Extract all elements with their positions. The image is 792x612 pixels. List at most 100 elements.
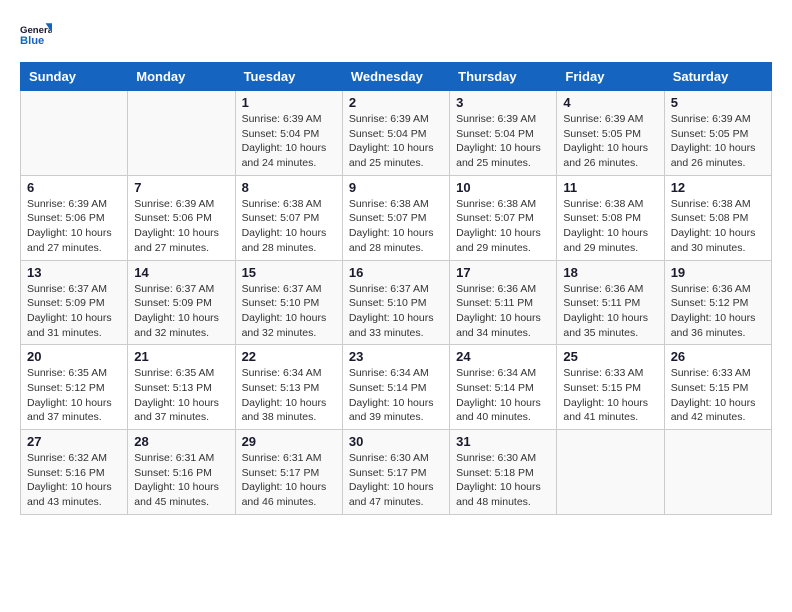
day-number-18: 18 <box>563 265 657 280</box>
day-number-10: 10 <box>456 180 550 195</box>
week-row-4: 20 Sunrise: 6:35 AM Sunset: 5:12 PM Dayli… <box>21 345 772 430</box>
week-row-5: 27 Sunrise: 6:32 AM Sunset: 5:16 PM Dayli… <box>21 430 772 515</box>
weekday-header-monday: Monday <box>128 63 235 91</box>
weekday-header-friday: Friday <box>557 63 664 91</box>
day-info-1: Sunrise: 6:39 AM Sunset: 5:04 PM Dayligh… <box>242 112 336 171</box>
day-cell-8: 8 Sunrise: 6:38 AM Sunset: 5:07 PM Daylig… <box>235 175 342 260</box>
day-info-24: Sunrise: 6:34 AM Sunset: 5:14 PM Dayligh… <box>456 366 550 425</box>
page-header: GeneralBlue <box>20 20 772 52</box>
svg-text:Blue: Blue <box>20 35 44 47</box>
day-info-26: Sunrise: 6:33 AM Sunset: 5:15 PM Dayligh… <box>671 366 765 425</box>
weekday-header-sunday: Sunday <box>21 63 128 91</box>
day-number-5: 5 <box>671 95 765 110</box>
weekday-header-tuesday: Tuesday <box>235 63 342 91</box>
day-number-2: 2 <box>349 95 443 110</box>
day-info-25: Sunrise: 6:33 AM Sunset: 5:15 PM Dayligh… <box>563 366 657 425</box>
empty-cell <box>664 430 771 515</box>
day-cell-27: 27 Sunrise: 6:32 AM Sunset: 5:16 PM Dayli… <box>21 430 128 515</box>
weekday-header-row: SundayMondayTuesdayWednesdayThursdayFrid… <box>21 63 772 91</box>
day-info-14: Sunrise: 6:37 AM Sunset: 5:09 PM Dayligh… <box>134 282 228 341</box>
day-number-14: 14 <box>134 265 228 280</box>
calendar-table: SundayMondayTuesdayWednesdayThursdayFrid… <box>20 62 772 515</box>
day-number-7: 7 <box>134 180 228 195</box>
day-cell-4: 4Sunrise: 6:39 AM Sunset: 5:05 PM Daylig… <box>557 91 664 176</box>
svg-text:General: General <box>20 25 52 36</box>
day-info-11: Sunrise: 6:38 AM Sunset: 5:08 PM Dayligh… <box>563 197 657 256</box>
day-number-8: 8 <box>242 180 336 195</box>
empty-cell <box>128 91 235 176</box>
day-cell-29: 29Sunrise: 6:31 AM Sunset: 5:17 PM Dayli… <box>235 430 342 515</box>
day-info-4: Sunrise: 6:39 AM Sunset: 5:05 PM Dayligh… <box>563 112 657 171</box>
day-info-8: Sunrise: 6:38 AM Sunset: 5:07 PM Dayligh… <box>242 197 336 256</box>
day-cell-31: 31Sunrise: 6:30 AM Sunset: 5:18 PM Dayli… <box>450 430 557 515</box>
day-number-24: 24 <box>456 349 550 364</box>
day-info-13: Sunrise: 6:37 AM Sunset: 5:09 PM Dayligh… <box>27 282 121 341</box>
day-number-29: 29 <box>242 434 336 449</box>
day-cell-11: 11 Sunrise: 6:38 AM Sunset: 5:08 PM Dayli… <box>557 175 664 260</box>
day-number-9: 9 <box>349 180 443 195</box>
day-cell-10: 10 Sunrise: 6:38 AM Sunset: 5:07 PM Dayli… <box>450 175 557 260</box>
day-number-26: 26 <box>671 349 765 364</box>
day-info-22: Sunrise: 6:34 AM Sunset: 5:13 PM Dayligh… <box>242 366 336 425</box>
week-row-1: 1 Sunrise: 6:39 AM Sunset: 5:04 PM Daylig… <box>21 91 772 176</box>
day-number-21: 21 <box>134 349 228 364</box>
day-cell-9: 9 Sunrise: 6:38 AM Sunset: 5:07 PM Daylig… <box>342 175 449 260</box>
day-cell-7: 7 Sunrise: 6:39 AM Sunset: 5:06 PM Daylig… <box>128 175 235 260</box>
day-number-6: 6 <box>27 180 121 195</box>
day-info-6: Sunrise: 6:39 AM Sunset: 5:06 PM Dayligh… <box>27 197 121 256</box>
day-cell-14: 14 Sunrise: 6:37 AM Sunset: 5:09 PM Dayli… <box>128 260 235 345</box>
day-cell-22: 22 Sunrise: 6:34 AM Sunset: 5:13 PM Dayli… <box>235 345 342 430</box>
day-cell-19: 19 Sunrise: 6:36 AM Sunset: 5:12 PM Dayli… <box>664 260 771 345</box>
day-info-15: Sunrise: 6:37 AM Sunset: 5:10 PM Dayligh… <box>242 282 336 341</box>
empty-cell <box>557 430 664 515</box>
day-number-12: 12 <box>671 180 765 195</box>
day-number-13: 13 <box>27 265 121 280</box>
day-number-3: 3 <box>456 95 550 110</box>
day-number-30: 30 <box>349 434 443 449</box>
day-number-1: 1 <box>242 95 336 110</box>
day-number-23: 23 <box>349 349 443 364</box>
day-cell-6: 6 Sunrise: 6:39 AM Sunset: 5:06 PM Daylig… <box>21 175 128 260</box>
logo: GeneralBlue <box>20 20 52 52</box>
day-number-27: 27 <box>27 434 121 449</box>
day-info-20: Sunrise: 6:35 AM Sunset: 5:12 PM Dayligh… <box>27 366 121 425</box>
day-cell-16: 16 Sunrise: 6:37 AM Sunset: 5:10 PM Dayli… <box>342 260 449 345</box>
day-number-16: 16 <box>349 265 443 280</box>
logo-icon: GeneralBlue <box>20 20 52 52</box>
day-cell-15: 15 Sunrise: 6:37 AM Sunset: 5:10 PM Dayli… <box>235 260 342 345</box>
day-cell-17: 17 Sunrise: 6:36 AM Sunset: 5:11 PM Dayli… <box>450 260 557 345</box>
day-number-20: 20 <box>27 349 121 364</box>
day-cell-1: 1 Sunrise: 6:39 AM Sunset: 5:04 PM Daylig… <box>235 91 342 176</box>
day-info-2: Sunrise: 6:39 AM Sunset: 5:04 PM Dayligh… <box>349 112 443 171</box>
day-info-9: Sunrise: 6:38 AM Sunset: 5:07 PM Dayligh… <box>349 197 443 256</box>
day-number-11: 11 <box>563 180 657 195</box>
weekday-header-wednesday: Wednesday <box>342 63 449 91</box>
day-info-12: Sunrise: 6:38 AM Sunset: 5:08 PM Dayligh… <box>671 197 765 256</box>
day-number-15: 15 <box>242 265 336 280</box>
day-cell-2: 2 Sunrise: 6:39 AM Sunset: 5:04 PM Daylig… <box>342 91 449 176</box>
day-info-17: Sunrise: 6:36 AM Sunset: 5:11 PM Dayligh… <box>456 282 550 341</box>
day-number-17: 17 <box>456 265 550 280</box>
day-info-28: Sunrise: 6:31 AM Sunset: 5:16 PM Dayligh… <box>134 451 228 510</box>
day-cell-12: 12 Sunrise: 6:38 AM Sunset: 5:08 PM Dayli… <box>664 175 771 260</box>
weekday-header-thursday: Thursday <box>450 63 557 91</box>
day-cell-25: 25 Sunrise: 6:33 AM Sunset: 5:15 PM Dayli… <box>557 345 664 430</box>
day-cell-28: 28 Sunrise: 6:31 AM Sunset: 5:16 PM Dayli… <box>128 430 235 515</box>
day-info-27: Sunrise: 6:32 AM Sunset: 5:16 PM Dayligh… <box>27 451 121 510</box>
day-number-28: 28 <box>134 434 228 449</box>
day-info-16: Sunrise: 6:37 AM Sunset: 5:10 PM Dayligh… <box>349 282 443 341</box>
day-cell-21: 21Sunrise: 6:35 AM Sunset: 5:13 PM Dayli… <box>128 345 235 430</box>
day-info-10: Sunrise: 6:38 AM Sunset: 5:07 PM Dayligh… <box>456 197 550 256</box>
day-info-19: Sunrise: 6:36 AM Sunset: 5:12 PM Dayligh… <box>671 282 765 341</box>
day-info-30: Sunrise: 6:30 AM Sunset: 5:17 PM Dayligh… <box>349 451 443 510</box>
day-cell-5: 5Sunrise: 6:39 AM Sunset: 5:05 PM Daylig… <box>664 91 771 176</box>
day-cell-3: 3 Sunrise: 6:39 AM Sunset: 5:04 PM Daylig… <box>450 91 557 176</box>
day-cell-30: 30 Sunrise: 6:30 AM Sunset: 5:17 PM Dayli… <box>342 430 449 515</box>
day-number-22: 22 <box>242 349 336 364</box>
day-number-19: 19 <box>671 265 765 280</box>
day-number-25: 25 <box>563 349 657 364</box>
day-info-3: Sunrise: 6:39 AM Sunset: 5:04 PM Dayligh… <box>456 112 550 171</box>
day-info-23: Sunrise: 6:34 AM Sunset: 5:14 PM Dayligh… <box>349 366 443 425</box>
day-number-31: 31 <box>456 434 550 449</box>
day-info-7: Sunrise: 6:39 AM Sunset: 5:06 PM Dayligh… <box>134 197 228 256</box>
